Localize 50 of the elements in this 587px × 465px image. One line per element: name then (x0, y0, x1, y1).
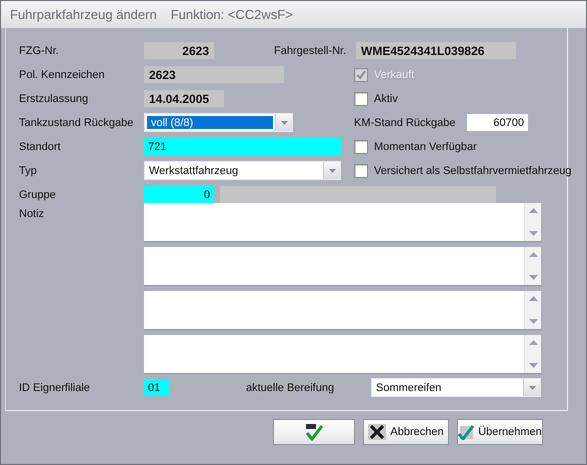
field-label: Tankzustand Rückgabe (19, 116, 134, 128)
scroll-down-icon[interactable] (528, 231, 538, 236)
input-field[interactable]: 721 (144, 138, 341, 155)
check-icon (304, 423, 324, 441)
scroll-up-icon[interactable] (528, 296, 538, 301)
input-field[interactable]: 0 (144, 186, 214, 203)
scroll-down-icon[interactable] (528, 363, 538, 368)
value-field: 14.04.2005 (144, 90, 224, 107)
caret-icon (280, 120, 288, 124)
field-label: Typ (19, 164, 38, 176)
note-field[interactable] (144, 203, 541, 241)
scroll-down-icon[interactable] (528, 275, 538, 280)
caret-icon (528, 386, 536, 390)
cancel-button[interactable]: Abbrechen (363, 419, 449, 445)
apply-button[interactable]: Übernehmen (457, 419, 543, 445)
scroll-down-icon[interactable] (528, 319, 538, 324)
note-field[interactable] (144, 335, 541, 373)
scroll-up-icon[interactable] (528, 208, 538, 213)
x-icon (368, 424, 386, 440)
field-label: Erstzulassung (19, 92, 90, 104)
value-field: 2623 (144, 42, 214, 59)
field-label: Gruppe (19, 188, 57, 200)
note-field[interactable] (144, 291, 541, 329)
dropdown[interactable]: Werkstattfahrzeug (144, 161, 341, 180)
field-label: ID Eignerfiliale (19, 382, 91, 394)
function-label: Funktion: <CC2wsF> (170, 7, 293, 22)
input-field[interactable]: 01 (144, 379, 169, 396)
window-title: Fuhrparkfahrzeug ändern (10, 7, 157, 22)
checkbox[interactable]: Versichert als Selbstfahrvermietfahrzeug (354, 164, 572, 178)
field-label: FZG-Nr. (19, 44, 60, 56)
value-field: WME4524341L039826 (356, 42, 516, 59)
value-field: 2623 (144, 66, 284, 83)
scroll-up-icon[interactable] (528, 340, 538, 345)
ok-button[interactable] (273, 419, 355, 445)
dropdown[interactable]: voll (8/8) (144, 113, 293, 132)
field-label: Fahrgestell-Nr. (274, 44, 348, 56)
input-field[interactable]: 60700 (467, 114, 528, 131)
field-label: Notiz (19, 207, 46, 222)
scroll-up-icon[interactable] (528, 252, 538, 257)
checkmark-icon (356, 70, 366, 80)
note-field[interactable] (144, 247, 541, 285)
dropdown[interactable]: Sommereifen (371, 378, 541, 397)
check-icon (458, 424, 474, 440)
field-label: Pol. Kennzeichen (19, 68, 106, 80)
checkbox[interactable]: Momentan Verfügbar (354, 140, 477, 154)
caret-icon (328, 168, 336, 172)
field-label: aktuelle Bereifung (246, 382, 336, 394)
field-label: Standort (19, 140, 62, 152)
checkbox[interactable]: Aktiv (354, 92, 398, 106)
field-label: KM-Stand Rückgabe (354, 116, 456, 128)
